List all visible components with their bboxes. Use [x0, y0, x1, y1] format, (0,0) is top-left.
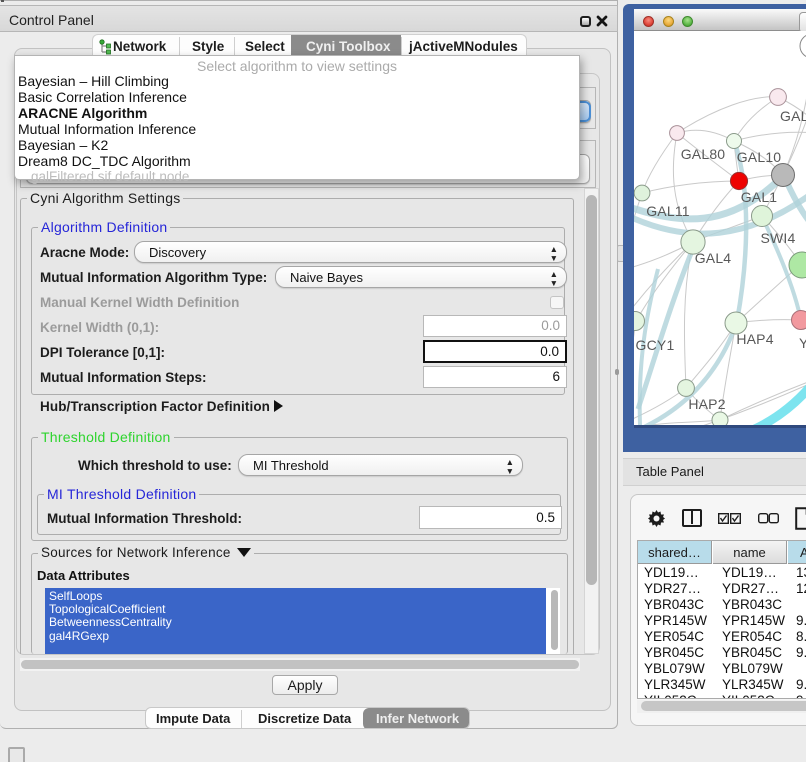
svg-text:HAP2: HAP2: [688, 396, 725, 412]
svg-text:GAL7: GAL7: [780, 108, 806, 124]
svg-text:GAL80: GAL80: [681, 146, 726, 162]
svg-text:GAL4: GAL4: [695, 250, 732, 266]
svg-text:YG: YG: [799, 335, 806, 351]
svg-text:GCY1: GCY1: [636, 337, 675, 353]
svg-text:SWI4: SWI4: [760, 230, 795, 246]
svg-text:GAL11: GAL11: [646, 203, 690, 219]
svg-text:GAL10: GAL10: [737, 149, 782, 165]
svg-text:GAL1: GAL1: [741, 189, 778, 205]
svg-text:HAP4: HAP4: [736, 331, 773, 347]
